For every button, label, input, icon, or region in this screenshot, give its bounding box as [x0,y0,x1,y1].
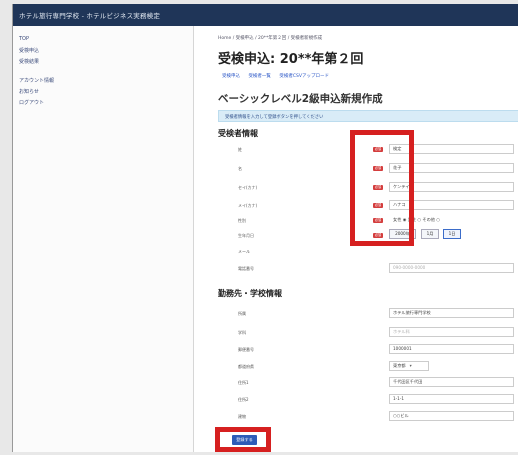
department-input[interactable]: ホテル科 [389,327,514,337]
sidebar-item-news[interactable]: お知らせ [19,88,39,95]
submit-button-highlight [215,427,271,452]
sidebar: TOP 受検申込 受検結果 アカウント情報 お知らせ ログアウト [13,26,194,452]
field-label-last-name-kana: セイ(カナ) [238,185,258,190]
field-label-department: 学科 [238,330,246,335]
field-label-gender: 性別 [238,218,246,223]
tab-application[interactable]: 受検申込 [222,74,240,79]
field-label-address2: 住所2 [238,397,249,402]
sidebar-item-account[interactable]: アカウント情報 [19,77,54,84]
page-tabs: 受検申込 受検者一覧 受検者CSVアップロード [222,73,336,79]
field-label-postal-code: 郵便番号 [238,347,254,352]
school-section-heading: 勤務先・学校情報 [218,289,282,298]
info-alert: 受検者情報を入力して登録ボタンを押してください [218,110,518,122]
field-label-affiliation: 所属 [238,311,246,316]
app-window: ホテル旅行専門学校 - ホテルビジネス実務検定 TOP 受検申込 受検結果 アカ… [12,4,518,452]
sidebar-item-application[interactable]: 受検申込 [19,47,39,54]
field-label-phone: 電話番号 [238,266,254,271]
field-label-first-name-kana: メイ(カナ) [238,203,258,208]
field-label-building: 建物 [238,414,246,419]
field-label-birthdate: 生年月日 [238,233,254,238]
building-input[interactable]: ○○ビル [389,411,514,421]
postal-code-input[interactable]: 1000001 [389,344,514,354]
field-label-address1: 住所1 [238,380,249,385]
breadcrumb[interactable]: Home / 受検申込 / 20**年第２回 / 受検者新規作成 [218,35,322,41]
form-title: ベーシックレベル2級申込新規作成 [218,93,383,105]
top-bar: ホテル旅行専門学校 - ホテルビジネス実務検定 [13,4,518,26]
app-title: ホテル旅行専門学校 - ホテルビジネス実務検定 [19,12,161,20]
chevron-down-icon: ▾ [409,363,412,368]
affiliation-input[interactable]: ホテル旅行専門学校 [389,308,514,318]
field-label-last-name: 姓 [238,147,242,152]
prefecture-select[interactable]: 東京都 ▾ [389,361,429,371]
sidebar-item-logout[interactable]: ログアウト [19,99,44,106]
phone-input[interactable]: 090-0000-0000 [389,263,514,273]
birth-month-select[interactable]: 1月 [421,229,439,239]
page-title: 受検申込: 20**年第２回 [218,52,364,67]
info-alert-text: 受検者情報を入力して登録ボタンを押してください [225,115,324,120]
tab-examinee-list[interactable]: 受検者一覧 [248,74,271,79]
examinee-section-heading: 受検者情報 [218,129,258,138]
address2-input[interactable]: 1-1-1 [389,394,514,404]
address1-input[interactable]: 千代田区千代田 [389,377,514,387]
field-label-first-name: 名 [238,166,242,171]
required-fields-highlight [350,130,414,246]
field-label-prefecture: 都道府県 [238,364,254,369]
tab-csv-upload[interactable]: 受検者CSVアップロード [279,74,329,79]
sidebar-item-results[interactable]: 受検結果 [19,58,39,65]
field-label-email: メール [238,249,250,254]
prefecture-value: 東京都 [393,363,406,368]
sidebar-item-top[interactable]: TOP [19,36,29,42]
birth-day-select[interactable]: 1日 [443,229,461,239]
